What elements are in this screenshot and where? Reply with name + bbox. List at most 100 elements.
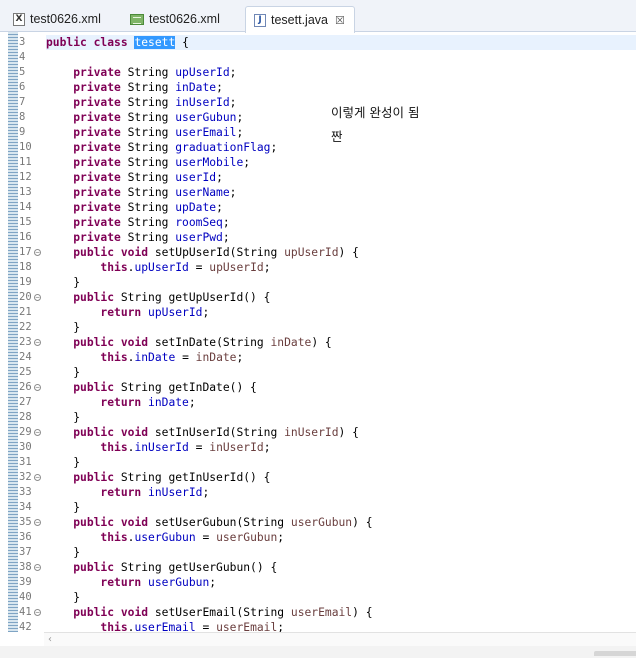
field-upUserId[interactable]: private String upUserId; — [46, 65, 236, 80]
editor-tab-bar: X test0626.xml test0626.xml J tesett.jav… — [0, 0, 636, 33]
fold-collapse-icon[interactable]: − — [34, 249, 41, 256]
field-inDate[interactable]: private String inDate; — [46, 80, 223, 95]
tab-label: test0626.xml — [30, 12, 101, 26]
method-close[interactable]: } — [46, 500, 80, 515]
method-close[interactable]: } — [46, 275, 80, 290]
field-roomSeq[interactable]: private String roomSeq; — [46, 215, 229, 230]
method-close[interactable]: } — [46, 410, 80, 425]
xml-file-icon: X — [13, 12, 25, 26]
line-number: 37 — [19, 546, 32, 558]
annotation-text-line2: 짠 — [331, 129, 343, 144]
field-userEmail[interactable]: private String userEmail; — [46, 125, 243, 140]
line-number: 42 — [19, 621, 32, 632]
line-number: 36 — [19, 531, 32, 543]
fold-collapse-icon[interactable]: − — [34, 339, 41, 346]
field-userMobile[interactable]: private String userMobile; — [46, 155, 250, 170]
fold-collapse-icon[interactable]: − — [34, 294, 41, 301]
horizontal-scrollbar[interactable]: ‹ — [44, 632, 636, 646]
line-number: 34 — [19, 501, 32, 513]
field-userPwd[interactable]: private String userPwd; — [46, 230, 229, 245]
method-body[interactable]: this.userGubun = userGubun; — [46, 530, 284, 545]
xml-design-file-icon — [130, 13, 144, 25]
line-number: 28 — [19, 411, 32, 423]
overview-ruler — [8, 32, 18, 632]
line-number: 3 — [19, 36, 26, 48]
close-tab-icon[interactable]: ☒ — [335, 14, 345, 27]
line-number: 15 — [19, 216, 32, 228]
line-number: 8 — [19, 111, 26, 123]
tab-test0626-xml[interactable]: X test0626.xml — [5, 6, 121, 32]
method-close[interactable]: } — [46, 545, 80, 560]
line-number-gutter: 3 4 5 6 7 8 9 10 11 12 13 14 15 16 17−18 19 20−21 22 23−24… — [19, 32, 43, 632]
line-number: 13 — [19, 186, 32, 198]
method-body[interactable]: return inUserId; — [46, 485, 209, 500]
line-number: 7 — [19, 96, 26, 108]
tab-test0626-xml-design[interactable]: test0626.xml — [122, 6, 242, 32]
field-upDate[interactable]: private String upDate; — [46, 200, 223, 215]
method-getInUserId[interactable]: public String getInUserId() { — [46, 470, 270, 485]
code-area[interactable]: public class tesett { private String upU… — [46, 32, 636, 632]
method-body[interactable]: return inDate; — [46, 395, 195, 410]
annotation-text-line1: 이렇게 완성이 됨 — [331, 105, 420, 120]
field-graduationFlag[interactable]: private String graduationFlag; — [46, 140, 277, 155]
line-number: 25 — [19, 366, 32, 378]
method-getUserGubun[interactable]: public String getUserGubun() { — [46, 560, 277, 575]
method-body[interactable]: this.inUserId = inUserId; — [46, 440, 270, 455]
fold-collapse-icon[interactable]: − — [34, 609, 41, 616]
method-getUpUserId[interactable]: public String getUpUserId() { — [46, 290, 270, 305]
fold-collapse-icon[interactable]: − — [34, 564, 41, 571]
line-number: 5 — [19, 66, 26, 78]
line-number: 30 — [19, 441, 32, 453]
line-number: 31 — [19, 456, 32, 468]
line-number: 14 — [19, 201, 32, 213]
line-number: 16 — [19, 231, 32, 243]
line-number: 6 — [19, 81, 26, 93]
line-number: 18 — [19, 261, 32, 273]
resize-handle[interactable] — [594, 651, 636, 656]
line-number: 27 — [19, 396, 32, 408]
tab-label: test0626.xml — [149, 12, 220, 26]
method-setUserEmail[interactable]: public void setUserEmail(String userEmai… — [46, 605, 372, 620]
line-number: 33 — [19, 486, 32, 498]
method-body[interactable]: return upUserId; — [46, 305, 209, 320]
code-editor[interactable]: 3 4 5 6 7 8 9 10 11 12 13 14 15 16 17−18 19 20−21 22 23−24… — [0, 32, 636, 632]
method-close[interactable]: } — [46, 320, 80, 335]
line-number: 40 — [19, 591, 32, 603]
field-userName[interactable]: private String userName; — [46, 185, 236, 200]
method-close[interactable]: } — [46, 590, 80, 605]
method-close[interactable]: } — [46, 455, 80, 470]
line-number: 4 — [19, 51, 26, 63]
line-number: 10 — [19, 141, 32, 153]
fold-collapse-icon[interactable]: − — [34, 474, 41, 481]
field-inUserId[interactable]: private String inUserId; — [46, 95, 236, 110]
fold-collapse-icon[interactable]: − — [34, 384, 41, 391]
method-body[interactable]: this.inDate = inDate; — [46, 350, 243, 365]
method-body[interactable]: this.userEmail = userEmail; — [46, 620, 284, 632]
method-setInDate[interactable]: public void setInDate(String inDate) { — [46, 335, 332, 350]
java-file-icon: J — [254, 13, 266, 27]
tab-tesett-java[interactable]: J tesett.java ☒ — [245, 6, 355, 33]
line-number: 19 — [19, 276, 32, 288]
method-close[interactable]: } — [46, 365, 80, 380]
line-number: 21 — [19, 306, 32, 318]
class-declaration[interactable]: public class tesett { — [46, 35, 636, 50]
method-getInDate[interactable]: public String getInDate() { — [46, 380, 257, 395]
field-userId[interactable]: private String userId; — [46, 170, 223, 185]
line-number: 22 — [19, 321, 32, 333]
method-setUserGubun[interactable]: public void setUserGubun(String userGubu… — [46, 515, 372, 530]
method-setInUserId[interactable]: public void setInUserId(String inUserId)… — [46, 425, 359, 440]
field-userGubun[interactable]: private String userGubun; — [46, 110, 243, 125]
line-number: 11 — [19, 156, 32, 168]
method-setUpUserId[interactable]: public void setUpUserId(String upUserId)… — [46, 245, 359, 260]
fold-collapse-icon[interactable]: − — [34, 519, 41, 526]
method-body[interactable]: return userGubun; — [46, 575, 216, 590]
line-number: 9 — [19, 126, 26, 138]
status-bar — [0, 646, 636, 658]
fold-collapse-icon[interactable]: − — [34, 429, 41, 436]
line-number: 12 — [19, 171, 32, 183]
scroll-left-arrow-icon[interactable]: ‹ — [48, 633, 52, 646]
method-body[interactable]: this.upUserId = upUserId; — [46, 260, 270, 275]
line-number: 39 — [19, 576, 32, 588]
tab-label: tesett.java — [271, 13, 328, 27]
line-number: 24 — [19, 351, 32, 363]
